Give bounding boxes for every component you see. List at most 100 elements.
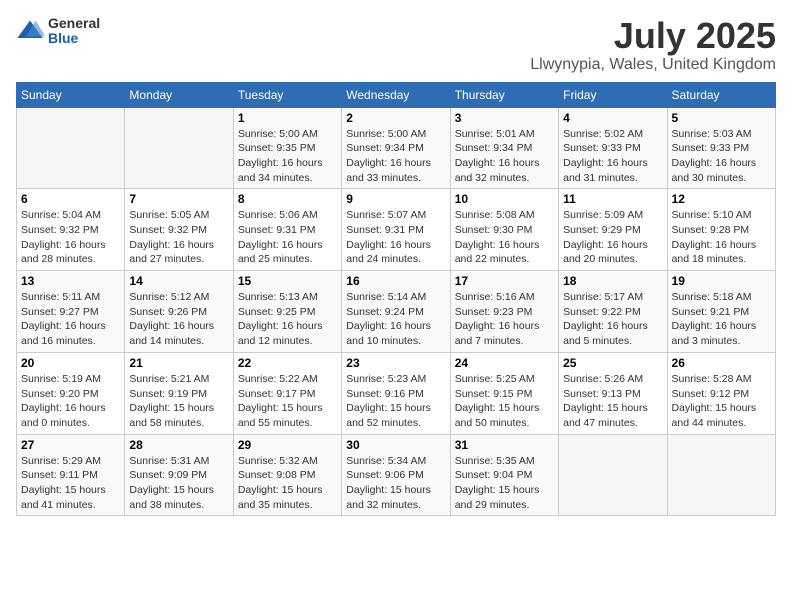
day-info: Sunrise: 5:14 AM Sunset: 9:24 PM Dayligh…	[346, 290, 445, 349]
calendar-cell	[125, 107, 233, 189]
weekday-header: Friday	[559, 82, 667, 107]
calendar-table: SundayMondayTuesdayWednesdayThursdayFrid…	[16, 82, 776, 517]
day-number: 11	[563, 192, 662, 206]
day-info: Sunrise: 5:26 AM Sunset: 9:13 PM Dayligh…	[563, 372, 662, 431]
calendar-cell: 4 Sunrise: 5:02 AM Sunset: 9:33 PM Daylig…	[559, 107, 667, 189]
calendar-week-row: 27 Sunrise: 5:29 AM Sunset: 9:11 PM Dayli…	[17, 434, 776, 516]
weekday-header: Wednesday	[342, 82, 450, 107]
day-info: Sunrise: 5:17 AM Sunset: 9:22 PM Dayligh…	[563, 290, 662, 349]
day-number: 25	[563, 356, 662, 370]
calendar-cell: 7 Sunrise: 5:05 AM Sunset: 9:32 PM Daylig…	[125, 189, 233, 271]
calendar-cell: 22 Sunrise: 5:22 AM Sunset: 9:17 PM Dayli…	[233, 352, 341, 434]
day-number: 10	[455, 192, 554, 206]
day-info: Sunrise: 5:29 AM Sunset: 9:11 PM Dayligh…	[21, 454, 120, 513]
calendar-cell: 21 Sunrise: 5:21 AM Sunset: 9:19 PM Dayli…	[125, 352, 233, 434]
day-info: Sunrise: 5:16 AM Sunset: 9:23 PM Dayligh…	[455, 290, 554, 349]
calendar-cell: 1 Sunrise: 5:00 AM Sunset: 9:35 PM Daylig…	[233, 107, 341, 189]
weekday-header: Saturday	[667, 82, 775, 107]
calendar-cell: 2Sunrise: 5:00 AM Sunset: 9:34 PM Daylig…	[342, 107, 450, 189]
calendar-cell	[559, 434, 667, 516]
calendar-cell: 12 Sunrise: 5:10 AM Sunset: 9:28 PM Dayli…	[667, 189, 775, 271]
day-info: Sunrise: 5:22 AM Sunset: 9:17 PM Dayligh…	[238, 372, 337, 431]
day-info: Sunrise: 5:21 AM Sunset: 9:19 PM Dayligh…	[129, 372, 228, 431]
logo-text: General Blue	[48, 16, 100, 47]
day-info: Sunrise: 5:00 AM Sunset: 9:35 PM Dayligh…	[238, 127, 337, 186]
day-number: 3	[455, 111, 554, 125]
day-info: Sunrise: 5:32 AM Sunset: 9:08 PM Dayligh…	[238, 454, 337, 513]
calendar-cell: 20Sunrise: 5:19 AM Sunset: 9:20 PM Dayli…	[17, 352, 125, 434]
logo: General Blue	[16, 16, 100, 47]
day-number: 22	[238, 356, 337, 370]
day-number: 30	[346, 438, 445, 452]
weekday-header: Thursday	[450, 82, 558, 107]
logo-icon	[16, 17, 44, 45]
day-number: 20	[21, 356, 120, 370]
calendar-cell: 18 Sunrise: 5:17 AM Sunset: 9:22 PM Dayli…	[559, 271, 667, 353]
day-info: Sunrise: 5:31 AM Sunset: 9:09 PM Dayligh…	[129, 454, 228, 513]
day-number: 23	[346, 356, 445, 370]
calendar-cell: 28Sunrise: 5:31 AM Sunset: 9:09 PM Dayli…	[125, 434, 233, 516]
calendar-cell: 26 Sunrise: 5:28 AM Sunset: 9:12 PM Dayli…	[667, 352, 775, 434]
day-info: Sunrise: 5:35 AM Sunset: 9:04 PM Dayligh…	[455, 454, 554, 513]
day-info: Sunrise: 5:08 AM Sunset: 9:30 PM Dayligh…	[455, 208, 554, 267]
month-year-title: July 2025	[530, 16, 776, 56]
day-info: Sunrise: 5:02 AM Sunset: 9:33 PM Dayligh…	[563, 127, 662, 186]
weekday-header: Monday	[125, 82, 233, 107]
calendar-cell: 5Sunrise: 5:03 AM Sunset: 9:33 PM Daylig…	[667, 107, 775, 189]
calendar-cell	[667, 434, 775, 516]
day-number: 4	[563, 111, 662, 125]
day-info: Sunrise: 5:03 AM Sunset: 9:33 PM Dayligh…	[672, 127, 771, 186]
day-info: Sunrise: 5:12 AM Sunset: 9:26 PM Dayligh…	[129, 290, 228, 349]
calendar-cell: 3 Sunrise: 5:01 AM Sunset: 9:34 PM Daylig…	[450, 107, 558, 189]
day-number: 17	[455, 274, 554, 288]
day-info: Sunrise: 5:05 AM Sunset: 9:32 PM Dayligh…	[129, 208, 228, 267]
day-number: 18	[563, 274, 662, 288]
day-number: 14	[129, 274, 228, 288]
day-info: Sunrise: 5:28 AM Sunset: 9:12 PM Dayligh…	[672, 372, 771, 431]
day-info: Sunrise: 5:06 AM Sunset: 9:31 PM Dayligh…	[238, 208, 337, 267]
day-number: 27	[21, 438, 120, 452]
day-info: Sunrise: 5:23 AM Sunset: 9:16 PM Dayligh…	[346, 372, 445, 431]
day-number: 19	[672, 274, 771, 288]
weekday-header-row: SundayMondayTuesdayWednesdayThursdayFrid…	[17, 82, 776, 107]
day-info: Sunrise: 5:34 AM Sunset: 9:06 PM Dayligh…	[346, 454, 445, 513]
calendar-week-row: 6Sunrise: 5:04 AM Sunset: 9:32 PM Daylig…	[17, 189, 776, 271]
calendar-cell: 9Sunrise: 5:07 AM Sunset: 9:31 PM Daylig…	[342, 189, 450, 271]
page-header: General Blue July 2025 Llwynypia, Wales,…	[16, 16, 776, 74]
day-number: 26	[672, 356, 771, 370]
calendar-week-row: 20Sunrise: 5:19 AM Sunset: 9:20 PM Dayli…	[17, 352, 776, 434]
day-info: Sunrise: 5:10 AM Sunset: 9:28 PM Dayligh…	[672, 208, 771, 267]
calendar-cell: 23 Sunrise: 5:23 AM Sunset: 9:16 PM Dayli…	[342, 352, 450, 434]
calendar-cell: 8Sunrise: 5:06 AM Sunset: 9:31 PM Daylig…	[233, 189, 341, 271]
day-number: 13	[21, 274, 120, 288]
day-number: 31	[455, 438, 554, 452]
calendar-cell: 19 Sunrise: 5:18 AM Sunset: 9:21 PM Dayli…	[667, 271, 775, 353]
calendar-cell: 15 Sunrise: 5:13 AM Sunset: 9:25 PM Dayli…	[233, 271, 341, 353]
weekday-header: Tuesday	[233, 82, 341, 107]
day-number: 15	[238, 274, 337, 288]
day-number: 9	[346, 192, 445, 206]
calendar-cell: 17 Sunrise: 5:16 AM Sunset: 9:23 PM Dayli…	[450, 271, 558, 353]
logo-blue-text: Blue	[48, 31, 100, 46]
calendar-cell: 16Sunrise: 5:14 AM Sunset: 9:24 PM Dayli…	[342, 271, 450, 353]
calendar-cell: 29Sunrise: 5:32 AM Sunset: 9:08 PM Dayli…	[233, 434, 341, 516]
calendar-cell: 10 Sunrise: 5:08 AM Sunset: 9:30 PM Dayli…	[450, 189, 558, 271]
day-number: 12	[672, 192, 771, 206]
calendar-cell: 14 Sunrise: 5:12 AM Sunset: 9:26 PM Dayli…	[125, 271, 233, 353]
day-info: Sunrise: 5:09 AM Sunset: 9:29 PM Dayligh…	[563, 208, 662, 267]
calendar-cell: 30 Sunrise: 5:34 AM Sunset: 9:06 PM Dayli…	[342, 434, 450, 516]
day-number: 21	[129, 356, 228, 370]
day-info: Sunrise: 5:01 AM Sunset: 9:34 PM Dayligh…	[455, 127, 554, 186]
day-info: Sunrise: 5:04 AM Sunset: 9:32 PM Dayligh…	[21, 208, 120, 267]
day-number: 1	[238, 111, 337, 125]
day-info: Sunrise: 5:13 AM Sunset: 9:25 PM Dayligh…	[238, 290, 337, 349]
logo-general: General	[48, 16, 100, 31]
day-number: 7	[129, 192, 228, 206]
calendar-week-row: 13Sunrise: 5:11 AM Sunset: 9:27 PM Dayli…	[17, 271, 776, 353]
calendar-cell: 24Sunrise: 5:25 AM Sunset: 9:15 PM Dayli…	[450, 352, 558, 434]
calendar-cell: 25 Sunrise: 5:26 AM Sunset: 9:13 PM Dayli…	[559, 352, 667, 434]
location-subtitle: Llwynypia, Wales, United Kingdom	[530, 56, 776, 74]
day-info: Sunrise: 5:18 AM Sunset: 9:21 PM Dayligh…	[672, 290, 771, 349]
calendar-cell: 11 Sunrise: 5:09 AM Sunset: 9:29 PM Dayli…	[559, 189, 667, 271]
calendar-week-row: 1 Sunrise: 5:00 AM Sunset: 9:35 PM Daylig…	[17, 107, 776, 189]
